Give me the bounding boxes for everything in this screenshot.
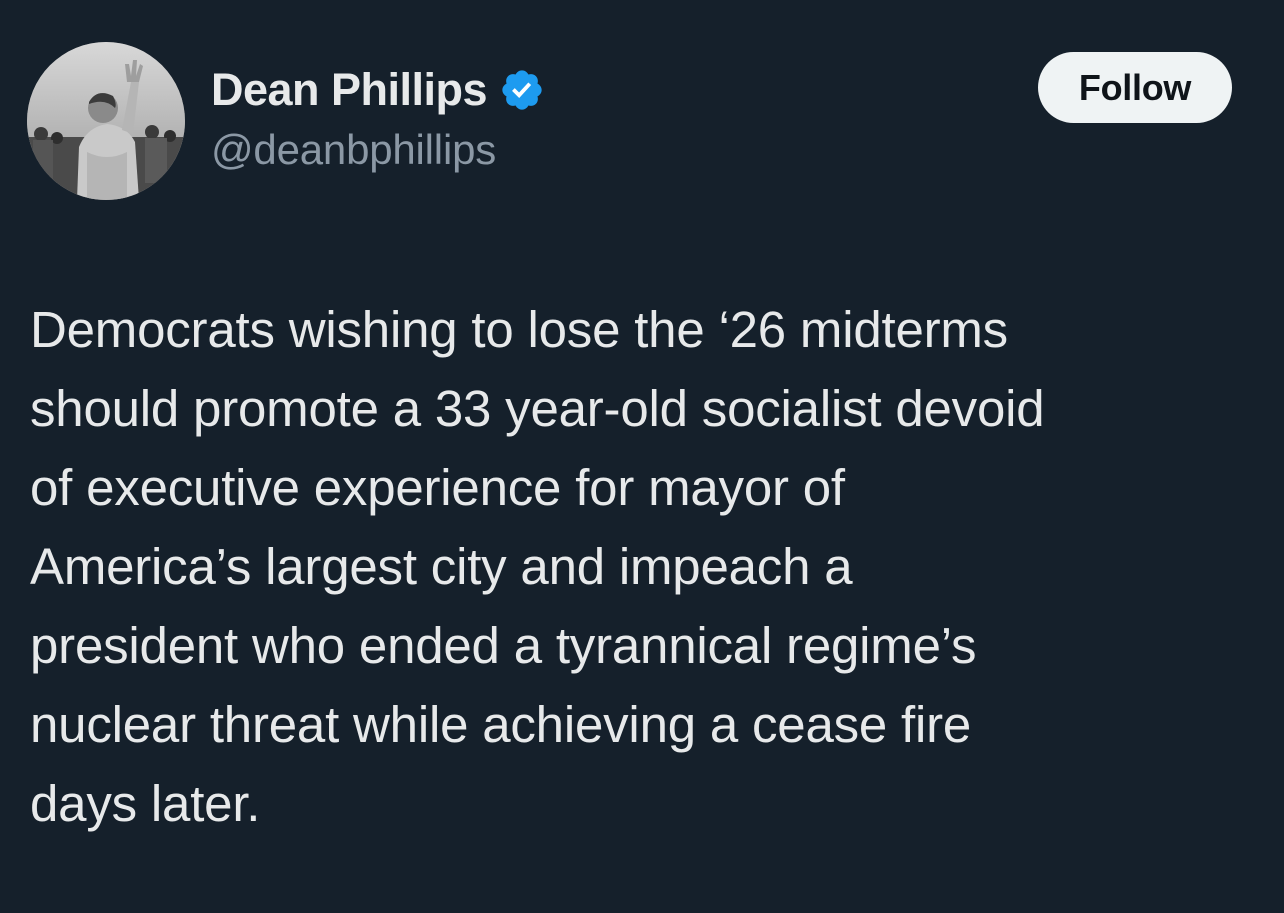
verified-badge-icon[interactable] bbox=[499, 67, 545, 113]
tweet-text-line: Democrats wishing to lose the ‘26 midter… bbox=[30, 301, 1008, 358]
tweet-card: Dean Phillips @deanbphillips Follow Demo… bbox=[0, 0, 1284, 913]
author-handle[interactable]: @deanbphillips bbox=[211, 126, 496, 174]
author-name-row: Dean Phillips bbox=[211, 62, 545, 118]
tweet-text-line: days later. bbox=[30, 775, 261, 832]
tweet-text-line: nuclear threat while achieving a cease f… bbox=[30, 696, 972, 753]
tweet-text-line: of executive experience for mayor of bbox=[30, 459, 845, 516]
tweet-text-line: should promote a 33 year-old socialist d… bbox=[30, 380, 1045, 437]
display-name[interactable]: Dean Phillips bbox=[211, 64, 488, 116]
follow-button[interactable]: Follow bbox=[1038, 52, 1232, 123]
tweet-text-line: America’s largest city and impeach a bbox=[30, 538, 853, 595]
avatar-photo bbox=[27, 42, 185, 200]
avatar[interactable] bbox=[27, 42, 185, 200]
tweet-text: Democrats wishing to lose the ‘26 midter… bbox=[30, 290, 1270, 843]
tweet-text-line: president who ended a tyrannical regime’… bbox=[30, 617, 977, 674]
